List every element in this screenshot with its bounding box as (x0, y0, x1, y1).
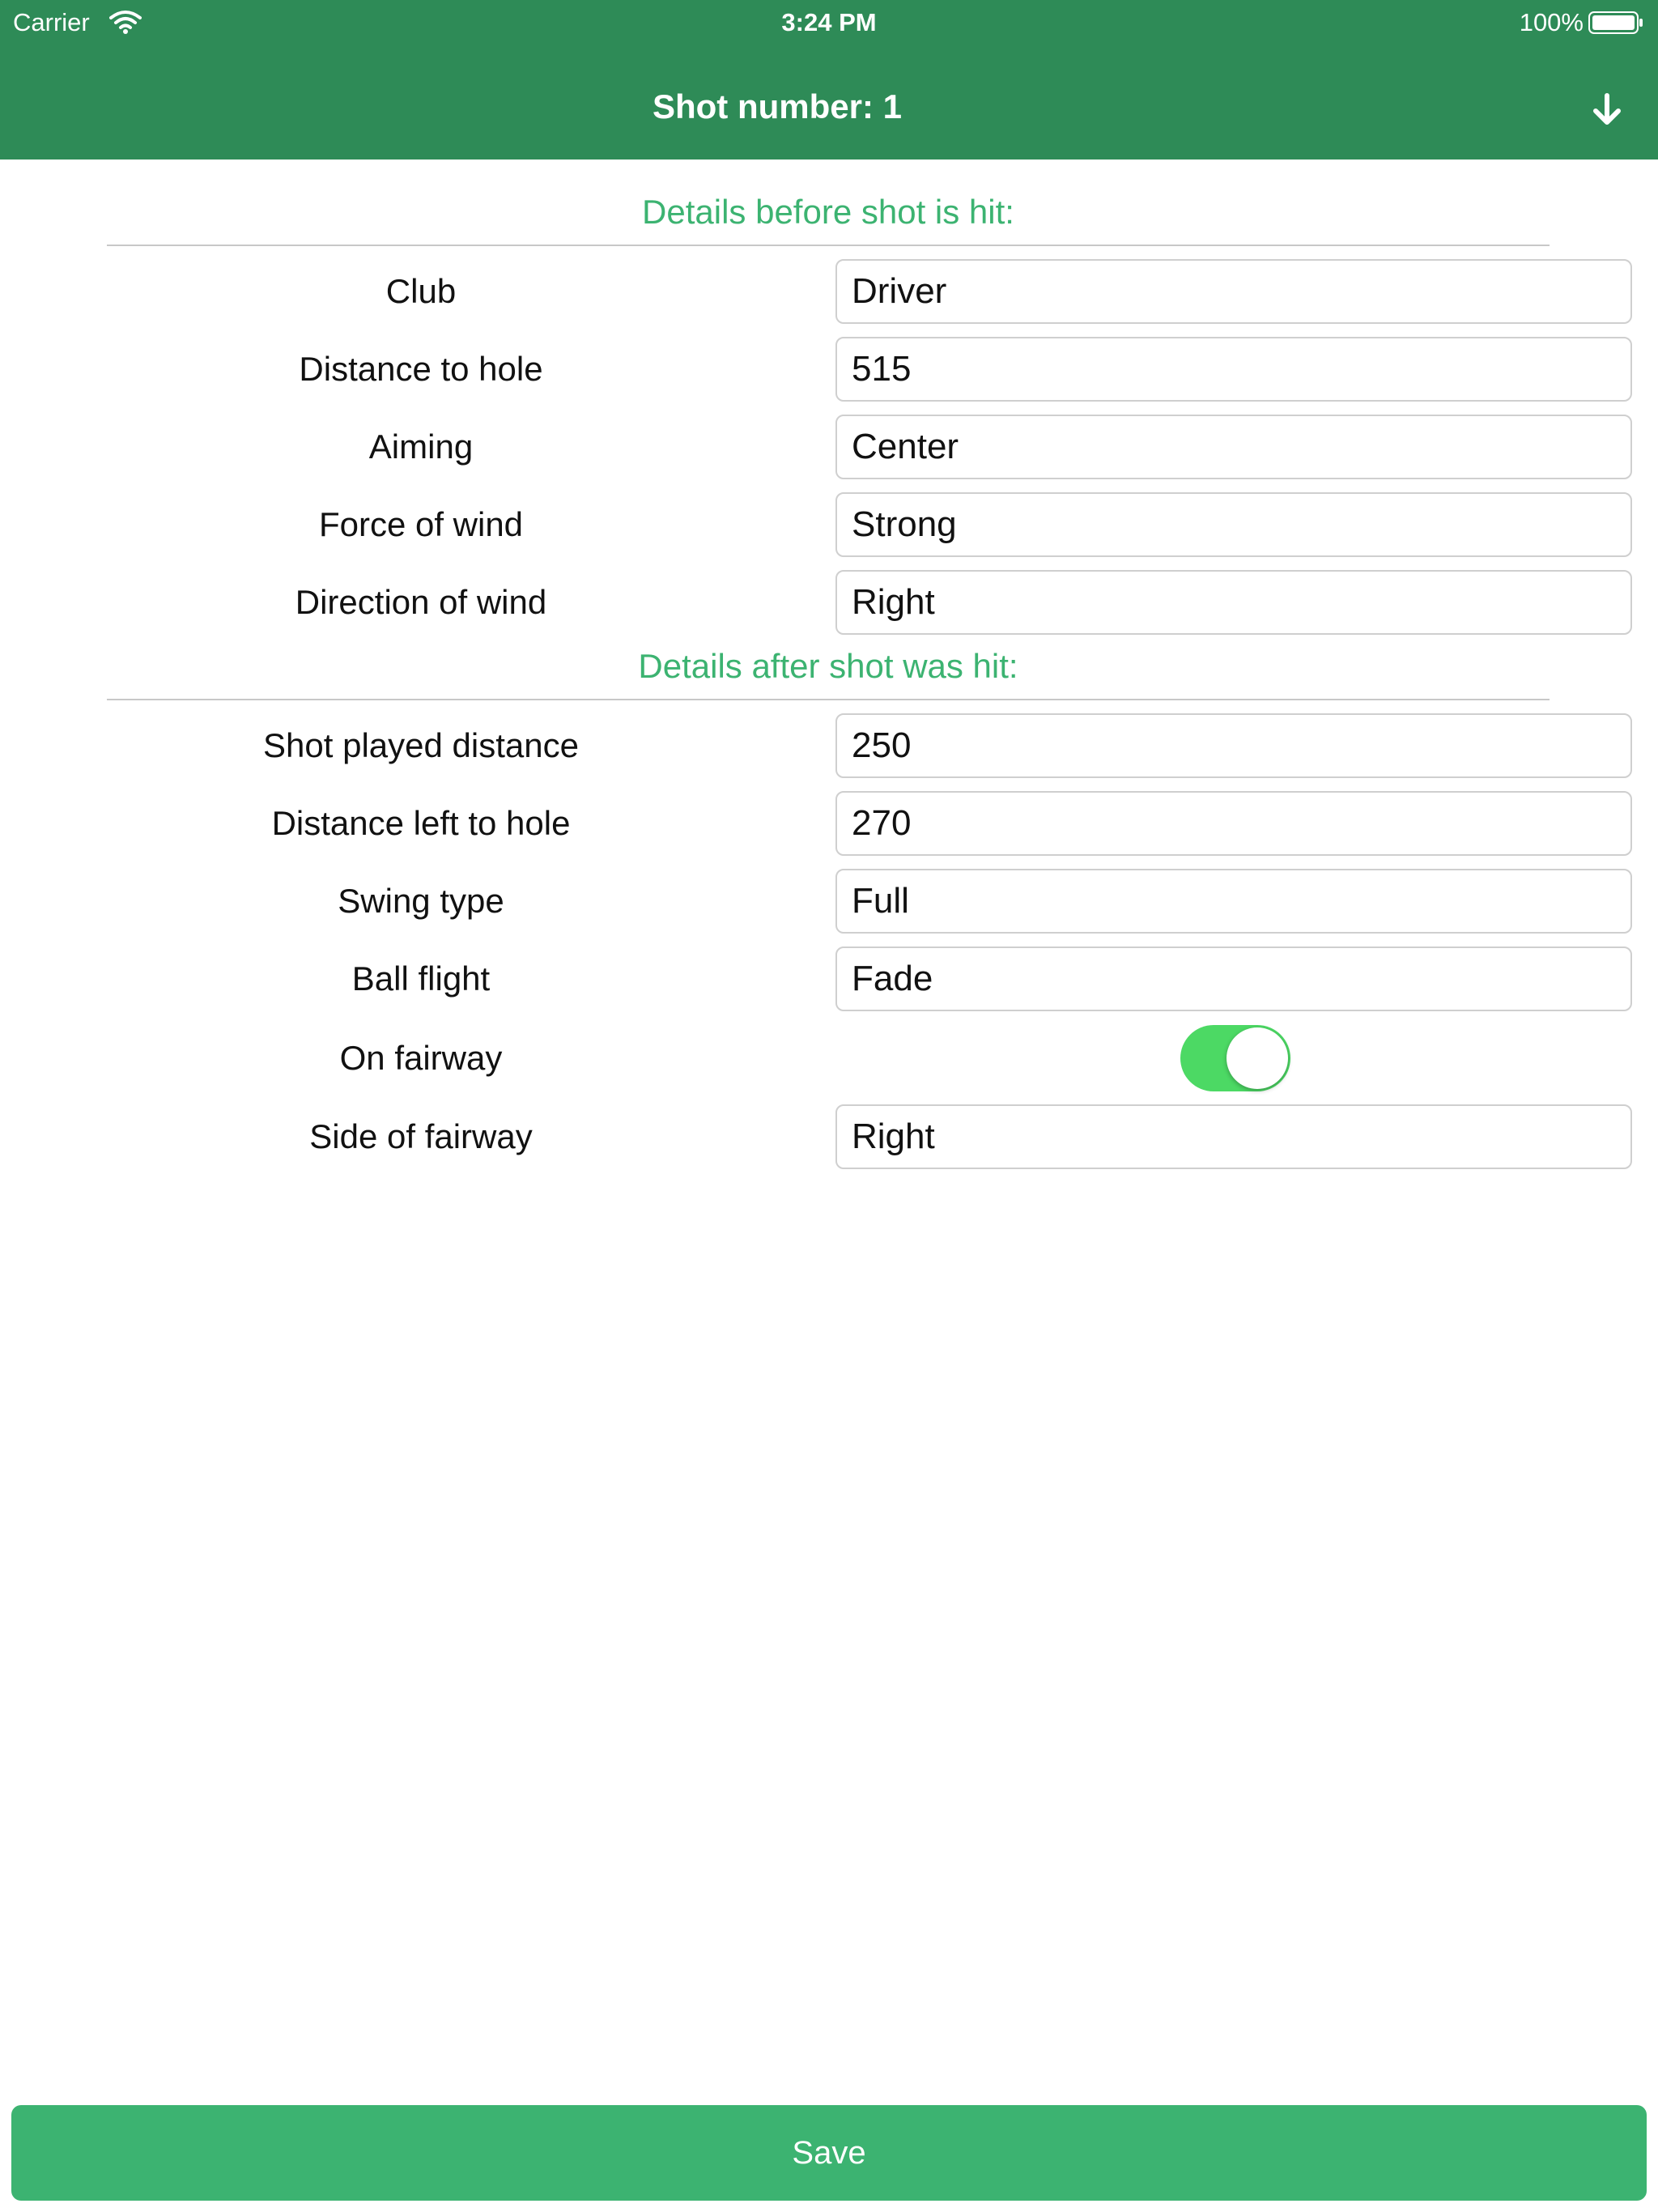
ball-flight-label: Ball flight (351, 959, 491, 998)
status-time: 3:24 PM (781, 8, 877, 36)
down-arrow-icon[interactable] (1588, 91, 1626, 128)
shot-played-distance-label: Shot played distance (263, 726, 579, 764)
battery-percent: 100% (1519, 8, 1584, 36)
ball-flight-field[interactable]: Fade (835, 946, 1632, 1011)
force-of-wind-field[interactable]: Strong (835, 492, 1632, 557)
swing-type-field[interactable]: Full (835, 869, 1632, 934)
direction-of-wind-field[interactable]: Right (835, 570, 1632, 635)
header: Carrier 3:24 PM 100% Shot number: 1 (0, 0, 1658, 160)
section-header-after: Details after shot was hit: (638, 647, 1018, 685)
status-bar: Carrier 3:24 PM 100% (0, 0, 1658, 45)
side-of-fairway-label: Side of fairway (309, 1117, 533, 1155)
aiming-label: Aiming (368, 428, 474, 466)
club-label: Club (385, 272, 457, 310)
side-of-fairway-field[interactable]: Right (835, 1104, 1632, 1169)
distance-to-hole-label: Distance to hole (299, 350, 543, 388)
distance-to-hole-field[interactable]: 515 (835, 337, 1632, 402)
distance-left-to-hole-label: Distance left to hole (271, 804, 571, 842)
on-fairway-toggle[interactable] (1180, 1025, 1290, 1091)
shot-played-distance-field[interactable]: 250 (835, 713, 1632, 778)
aiming-field[interactable]: Center (835, 415, 1632, 479)
page-title: Shot number: 1 (652, 87, 902, 125)
on-fairway-label: On fairway (339, 1039, 503, 1077)
shot-details-screen: Carrier 3:24 PM 100% Shot number: 1 Deta… (0, 0, 1658, 2212)
distance-left-to-hole-field[interactable]: 270 (835, 791, 1632, 856)
save-button[interactable]: Save (11, 2105, 1647, 2201)
section-divider (107, 245, 1550, 246)
direction-of-wind-label: Direction of wind (295, 583, 547, 621)
toggle-knob (1226, 1027, 1288, 1089)
section-header-before: Details before shot is hit: (642, 193, 1014, 231)
section-divider (107, 699, 1550, 700)
force-of-wind-label: Force of wind (318, 505, 524, 543)
swing-type-label: Swing type (338, 882, 504, 920)
battery-icon (1588, 11, 1643, 34)
club-field[interactable]: Driver (835, 259, 1632, 324)
